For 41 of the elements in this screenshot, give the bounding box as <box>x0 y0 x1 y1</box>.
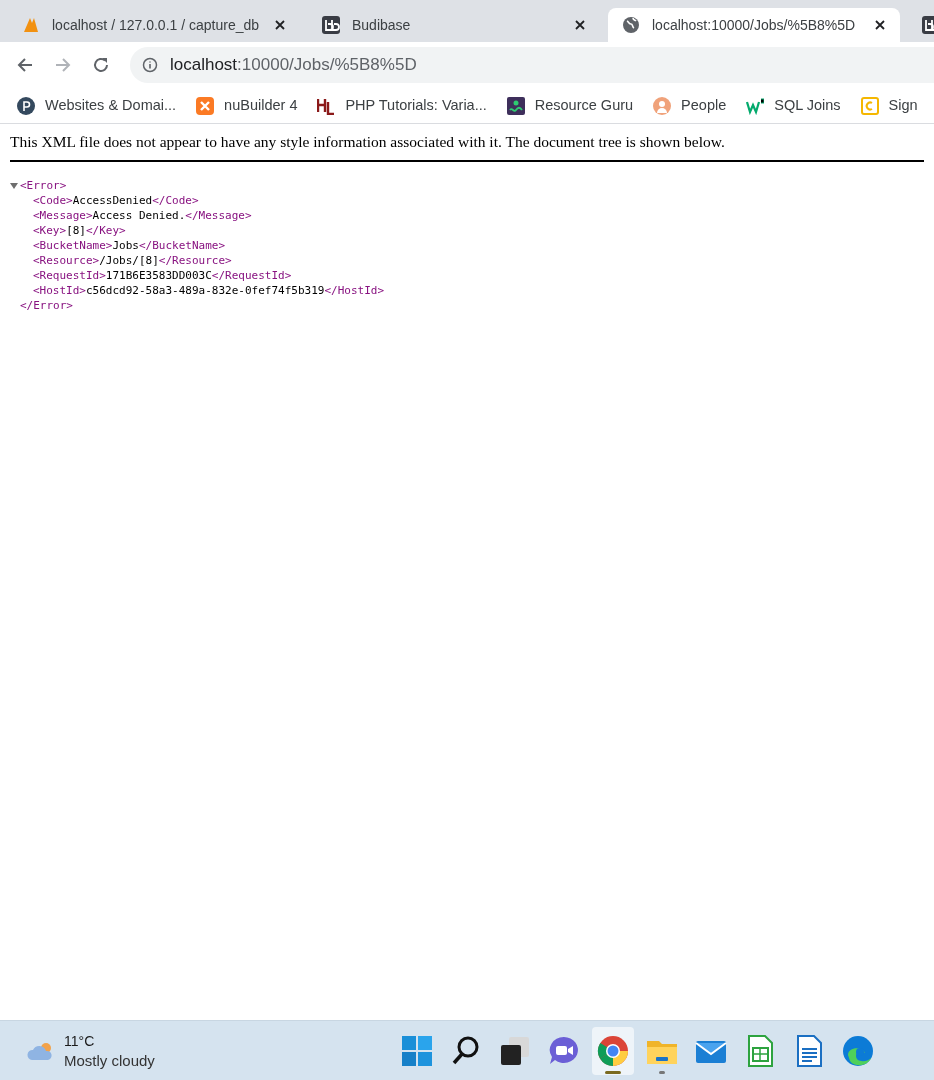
bookmark-link[interactable]: Websites & Domai... <box>45 94 177 117</box>
tab[interactable]: localhost:10000/Jobs/%5B8%5D <box>608 8 900 42</box>
bookmark-link[interactable]: Sign <box>888 94 918 117</box>
reload-icon[interactable] <box>92 56 110 74</box>
xml-line: <Code>AccessDenied</Code> <box>33 194 199 207</box>
xml-line: <Error> <box>20 178 67 193</box>
logo-icon <box>196 96 215 115</box>
back-icon[interactable] <box>16 56 34 74</box>
bookmark-link[interactable]: People <box>681 94 727 117</box>
xml-line: <BucketName>Jobs</BucketName> <box>33 239 226 252</box>
tab[interactable]: Budibase <box>308 8 600 42</box>
close-icon[interactable] <box>874 19 886 31</box>
person-icon <box>653 96 672 115</box>
bookmark-link[interactable]: PHP Tutorials: Varia... <box>345 94 487 117</box>
xml-line: <Key>[8]</Key> <box>33 224 126 237</box>
weather-condition: Mostly cloudy <box>64 1050 155 1071</box>
xml-line: <Message>Access Denied.</Message> <box>33 209 252 222</box>
circle-icon <box>17 96 35 115</box>
xml-line: <HostId>c56dcd92-58a3-489a-832e-0fef74f5b319</HostId> <box>33 284 384 297</box>
logo-icon <box>22 16 40 34</box>
xml-line: </Error> <box>20 299 73 312</box>
bookmark-link[interactable]: SQL Joins <box>774 94 841 117</box>
logo-icon <box>506 96 525 115</box>
temperature-text: 11°C <box>64 1031 96 1051</box>
tab[interactable]: localhost / 127.0.0.1 / capture_db <box>8 8 300 42</box>
bookmark-link[interactable]: Resource Guru <box>534 94 634 117</box>
url-text: localhost:10000/Jobs/%5B8%5D <box>170 54 417 77</box>
logo-icon <box>322 16 340 34</box>
globe-icon <box>622 16 640 34</box>
xml-line: <RequestId>171B6E3583DD003C</RequestId> <box>33 269 292 282</box>
expand-triangle-icon[interactable] <box>10 181 18 190</box>
bookmark-link[interactable]: nuBuilder 4 <box>224 94 298 117</box>
logo-icon <box>860 96 879 115</box>
info-icon[interactable] <box>142 57 158 73</box>
address-bar[interactable]: localhost:10000/Jobs/%5B8%5D <box>130 47 934 83</box>
logo-icon <box>746 96 765 115</box>
close-icon[interactable] <box>274 19 286 31</box>
xml-line: <Resource>/Jobs/[8]</Resource> <box>33 254 232 267</box>
close-icon[interactable] <box>574 19 586 31</box>
logo-icon <box>317 96 336 115</box>
notice-text: This XML file does not appear to have any style information associated with it. The document tree is shown below. <box>10 133 726 151</box>
